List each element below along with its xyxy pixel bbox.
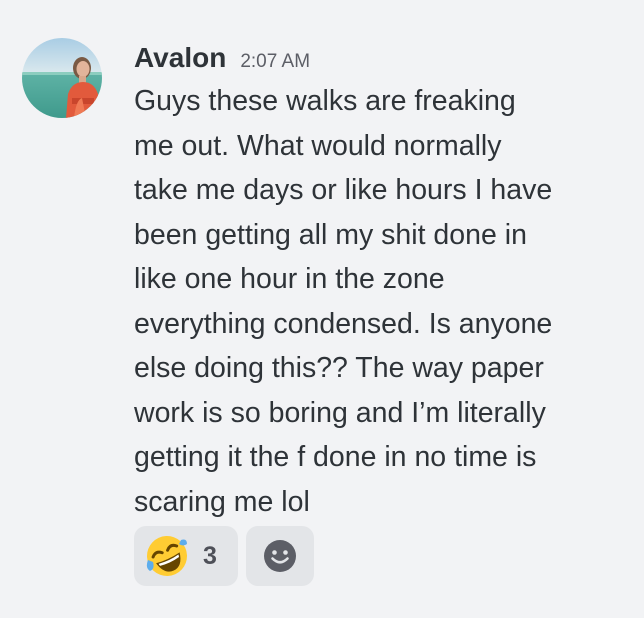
message-text: Guys these walks are freaking me out. Wh… <box>134 85 553 518</box>
rolling-on-floor-laughing-emoji <box>146 536 187 576</box>
add-reaction-button[interactable] <box>246 526 314 586</box>
reactions-bar: 3 <box>134 526 314 586</box>
avatar-image <box>22 38 102 118</box>
message-header: Avalon 2:07 AM <box>134 38 310 78</box>
reaction-button[interactable]: 3 <box>134 526 238 586</box>
reaction-count: 3 <box>203 541 217 570</box>
user-avatar[interactable] <box>22 38 102 118</box>
username[interactable]: Avalon <box>134 38 226 78</box>
smiley-icon <box>264 540 296 572</box>
timestamp[interactable]: 2:07 AM <box>240 42 310 82</box>
chat-message: Avalon 2:07 AM Guys these walks are frea… <box>0 0 644 618</box>
